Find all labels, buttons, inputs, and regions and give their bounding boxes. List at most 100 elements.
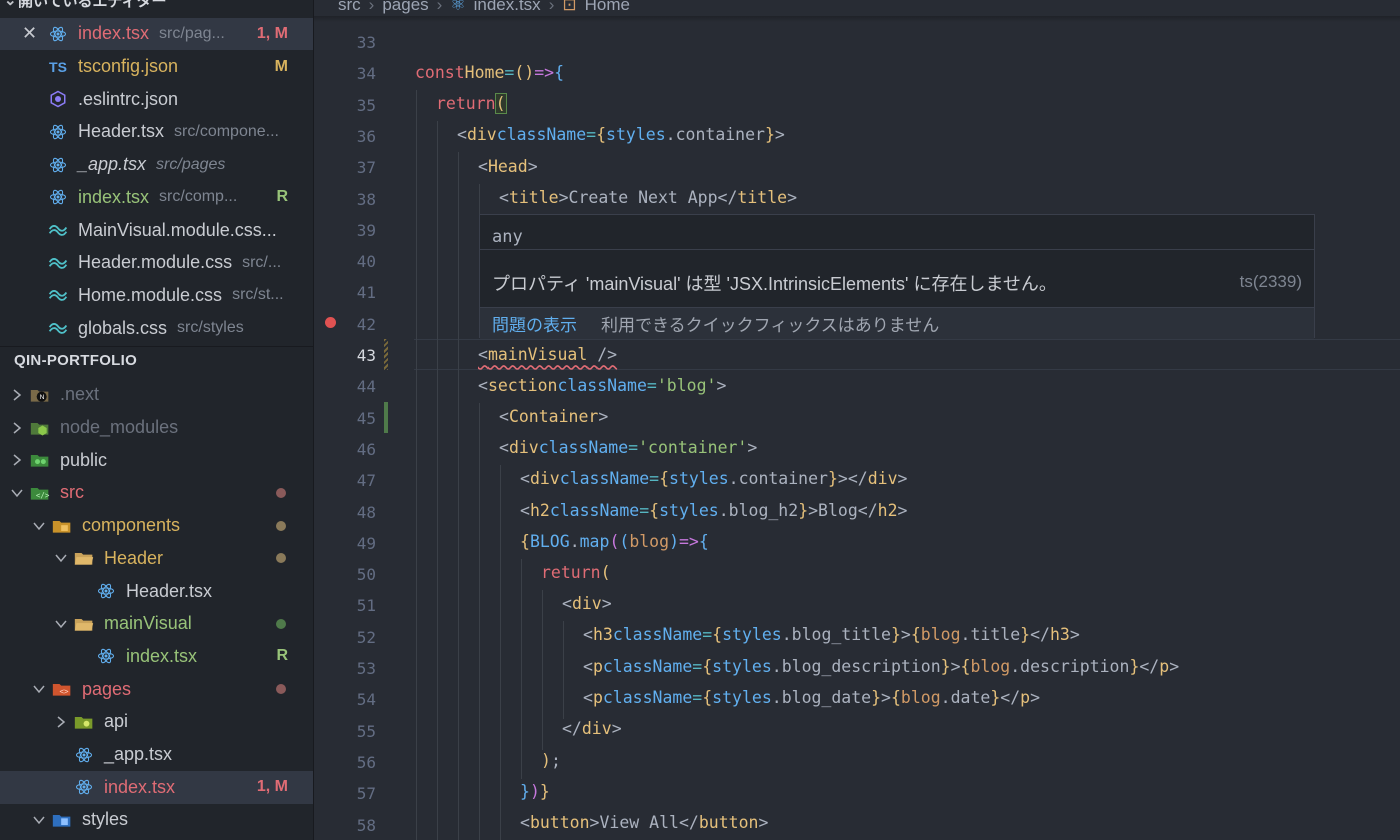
line-number: 56 [356, 752, 376, 772]
chevron-right-icon[interactable] [10, 453, 24, 467]
chevron-right-icon[interactable] [54, 715, 68, 729]
open-editor-item[interactable]: ✕ index.tsx src/pag... 1, M [0, 17, 313, 51]
tree-item[interactable]: node_modules [0, 411, 313, 444]
open-editor-filename: MainVisual.module.css... [78, 219, 277, 240]
modified-dot-icon [276, 684, 286, 695]
code-line-45: < Container > [499, 407, 609, 427]
line-number: 40 [356, 252, 376, 272]
react-icon [48, 187, 68, 207]
code-editor[interactable]: src › pages › ⚛ index.tsx › ⊡ Home 33 34 3… [314, 0, 1400, 840]
indent-guide [458, 152, 459, 840]
tree-item[interactable]: _app.tsx [0, 738, 313, 771]
open-editor-item[interactable]: MainVisual.module.css... [0, 214, 313, 247]
modified-dot-icon [276, 553, 286, 564]
line-number: 46 [356, 439, 376, 459]
breadcrumb-shadow [314, 16, 1400, 22]
close-icon[interactable]: ✕ [22, 23, 37, 44]
project-header[interactable]: QIN-PORTFOLIO [14, 352, 137, 369]
line-number: 42 [356, 314, 376, 334]
breadcrumb-item-file[interactable]: index.tsx [474, 0, 541, 15]
line-number: 45 [356, 408, 376, 428]
chevron-down-icon[interactable] [10, 486, 24, 500]
open-editor-filename: Home.module.css [78, 284, 223, 305]
indent-guide [521, 559, 522, 779]
tree-item-label: styles [82, 809, 129, 830]
indent-guide [416, 90, 417, 840]
open-editor-item[interactable]: Header.module.css src/... [0, 246, 313, 279]
tree-item[interactable]: api [0, 706, 313, 739]
code-line-35: return ( [436, 93, 507, 115]
line-number: 36 [356, 126, 376, 146]
added-indicator [384, 402, 388, 433]
public-folder-icon [30, 450, 50, 470]
line-number: 34 [356, 64, 376, 84]
view-problem-link[interactable]: 問題の表示 [492, 311, 577, 336]
tailwind-icon [48, 253, 68, 273]
modified-dot-icon [276, 487, 286, 498]
chevron-right-icon[interactable] [10, 388, 24, 402]
tree-item[interactable]: </> src [0, 477, 313, 510]
breadcrumb-item-symbol[interactable]: Home [585, 0, 630, 15]
chevron-down-icon[interactable] [32, 519, 46, 533]
tree-item[interactable]: Header.tsx [0, 575, 313, 608]
react-icon [48, 24, 68, 44]
line-number: 41 [356, 283, 376, 303]
tree-item[interactable]: Header [0, 542, 313, 575]
chevron-down-icon[interactable] [32, 813, 46, 827]
breadcrumb-item-src[interactable]: src [338, 0, 361, 15]
git-status-badge: R [276, 188, 288, 206]
react-icon [48, 122, 68, 142]
chevron-down-icon[interactable] [54, 617, 68, 631]
git-status-badge: 1, M [256, 778, 288, 796]
line-number: 43 [356, 346, 376, 365]
line-number: 54 [356, 690, 376, 710]
indent-guide [437, 121, 438, 840]
line-number: 44 [356, 377, 376, 397]
tree-item[interactable]: N .next [0, 379, 313, 412]
indent-guide [500, 465, 501, 840]
open-editor-item[interactable]: Home.module.css src/st... [0, 279, 313, 312]
code-line-52: < h3 className ={styles .blog_title} >{blog.… [583, 625, 1080, 645]
open-editor-item[interactable]: _app.tsx src/pages [0, 148, 313, 181]
open-editor-filename: index.tsx [78, 23, 150, 44]
open-editor-filename: .eslintrc.json [78, 88, 179, 109]
code-line-34: const Home = () => { [415, 63, 565, 83]
tree-item[interactable]: index.tsx R [0, 640, 313, 673]
modified-dot-icon [276, 618, 286, 629]
open-editor-item[interactable]: TS tsconfig.json M [0, 50, 313, 83]
git-status-badge: 1, M [256, 24, 288, 42]
chevron-right-icon[interactable] [10, 421, 24, 435]
open-editor-filename: globals.css [78, 317, 168, 338]
tree-item[interactable]: components [0, 509, 313, 542]
code-line-55: </div > [562, 719, 622, 739]
open-editor-item[interactable]: .eslintrc.json [0, 83, 313, 116]
breadcrumb: src › pages › ⚛ index.tsx › ⊡ Home [338, 0, 630, 16]
indent-guide [479, 184, 480, 214]
tree-item[interactable]: mainVisual [0, 607, 313, 640]
code-line-50: return ( [541, 563, 611, 583]
tree-item[interactable]: styles [0, 804, 313, 837]
open-editor-filename: _app.tsx [78, 154, 147, 175]
tailwind-icon [48, 318, 68, 338]
code-line-46: < div className ='container' > [499, 438, 758, 458]
chevron-right-icon: › [436, 0, 443, 14]
hover-tooltip: any プロパティ 'mainVisual' は型 'JSX.Intrinsic… [479, 214, 1315, 339]
code-line-47: < div className ={styles .container} ></div > [520, 469, 908, 489]
open-editors-header[interactable]: ⌄ 開いているエディター [0, 0, 313, 14]
tree-item-label: pages [82, 678, 132, 699]
chevron-down-icon[interactable] [54, 551, 68, 565]
tree-item[interactable]: <> pages [0, 673, 313, 706]
tree-item-label: .next [60, 384, 100, 405]
tree-item[interactable]: index.tsx 1, M [0, 770, 313, 804]
open-editor-item[interactable]: index.tsx src/comp... R [0, 181, 313, 214]
tree-item[interactable]: public [0, 444, 313, 477]
open-editor-item[interactable]: Header.tsx src/compone... [0, 116, 313, 149]
breadcrumb-item-pages[interactable]: pages [382, 0, 428, 15]
open-editor-item[interactable]: globals.css src/styles [0, 312, 313, 345]
code-line-48: < h2 className ={styles .blog_h2} >Blog</h2 > [520, 501, 908, 521]
chevron-down-icon[interactable] [32, 682, 46, 696]
indent-guide [542, 590, 543, 750]
src-folder-icon: </> [30, 483, 50, 503]
line-number: 33 [356, 33, 376, 52]
